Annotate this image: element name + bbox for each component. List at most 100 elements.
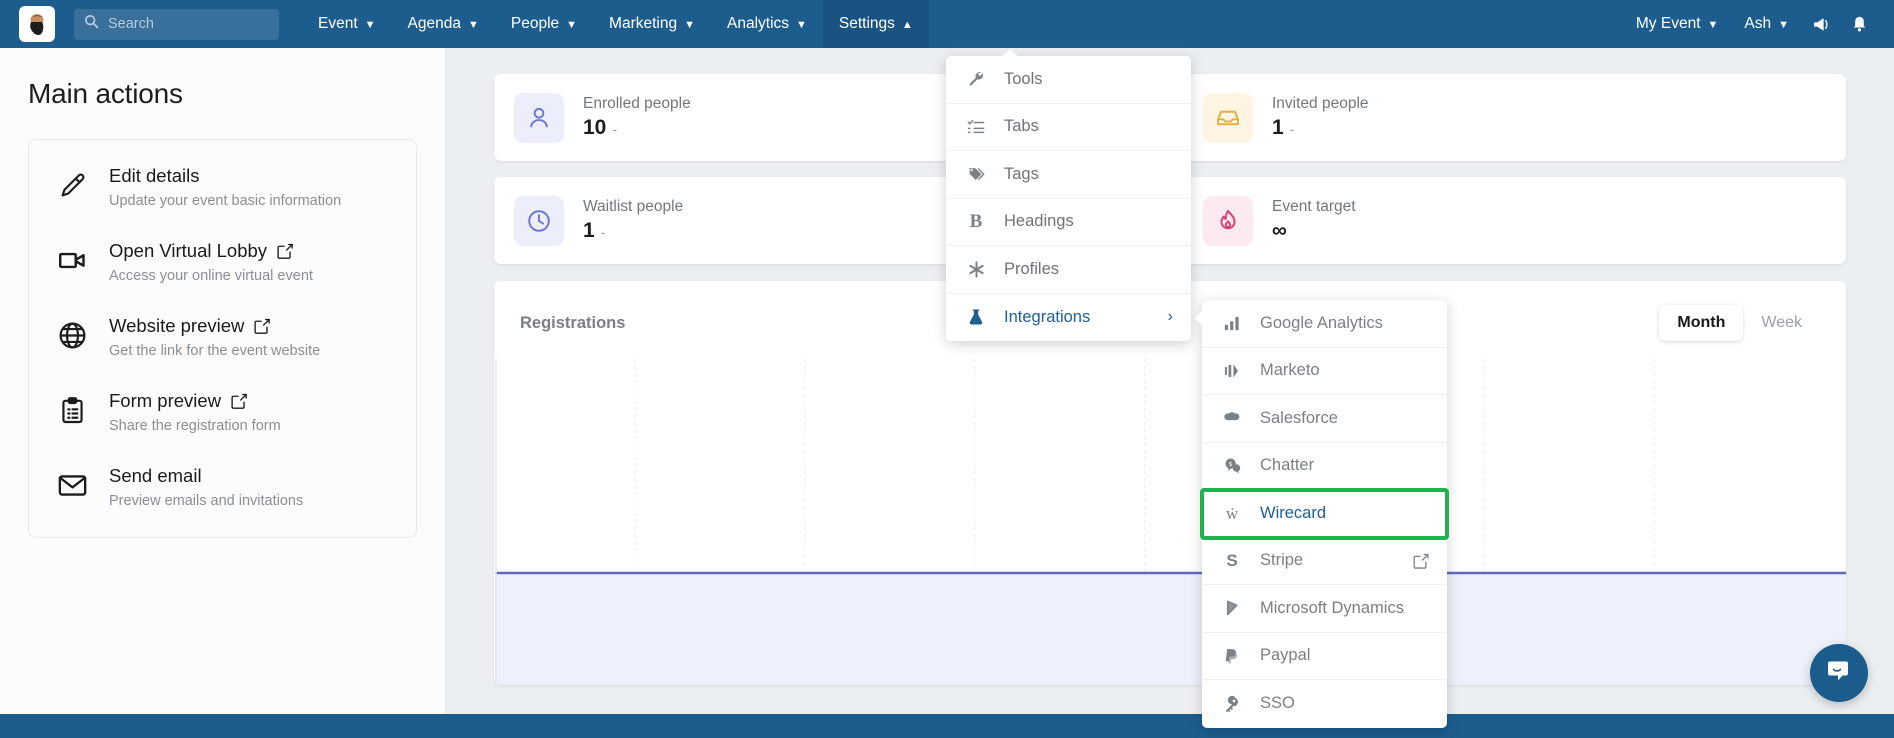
menu-label: Headings — [1004, 212, 1074, 231]
submenu-label: Wirecard — [1260, 503, 1327, 522]
search-placeholder: Search — [108, 16, 154, 32]
action-label: Send email — [109, 464, 202, 486]
nav-item-user-menu[interactable]: Ash ▼ — [1731, 0, 1802, 48]
action-website-preview[interactable]: Website preview Get the link for the eve… — [29, 300, 416, 375]
stat-card-event-target[interactable]: Event target ∞ — [1183, 177, 1846, 264]
submenu-item-salesforce[interactable]: Salesforce — [1202, 395, 1447, 443]
action-subtitle: Get the link for the event website — [109, 343, 321, 360]
nav-label: Agenda — [407, 15, 461, 32]
submenu-label: Stripe — [1260, 551, 1304, 570]
action-title: Send email — [109, 464, 303, 487]
menu-label: Profiles — [1004, 259, 1060, 278]
clipboard-icon — [55, 394, 89, 428]
chart-range-week[interactable]: Week — [1743, 305, 1820, 341]
menu-item-headings[interactable]: B Headings — [946, 199, 1191, 246]
primary-nav: Event ▼ Agenda ▼ People ▼ Marketing ▼ An… — [302, 0, 929, 48]
chevron-up-icon: ▲ — [901, 18, 913, 31]
action-label: Edit details — [109, 165, 200, 186]
chat-bubble-icon — [1825, 657, 1853, 690]
globe-icon — [55, 319, 89, 353]
action-edit-details[interactable]: Edit details Update your event basic inf… — [29, 150, 416, 225]
submenu-item-sso[interactable]: SSO — [1202, 680, 1447, 728]
stat-label: Waitlist people — [583, 197, 684, 215]
menu-item-integrations[interactable]: Integrations › — [946, 294, 1191, 342]
stat-value-wrap: ∞ — [1272, 219, 1356, 243]
nav-item-people[interactable]: People ▼ — [495, 0, 593, 48]
action-form-preview[interactable]: Form preview Share the registration form — [29, 375, 416, 450]
pencil-icon — [55, 169, 89, 203]
inbox-icon — [1203, 92, 1253, 143]
menu-label: Tabs — [1004, 117, 1039, 136]
search-icon — [84, 14, 99, 34]
submenu-label: Microsoft Dynamics — [1260, 598, 1404, 617]
submenu-item-stripe[interactable]: S Stripe — [1202, 538, 1447, 585]
submenu-label: Google Analytics — [1260, 313, 1383, 332]
menu-item-tools[interactable]: Tools — [946, 56, 1191, 104]
menu-item-tags[interactable]: Tags — [946, 151, 1191, 199]
stat-value: 1 — [583, 219, 595, 243]
action-title: Form preview — [109, 389, 281, 412]
submenu-item-microsoft-dynamics[interactable]: Microsoft Dynamics — [1202, 585, 1447, 633]
paypal-icon — [1222, 647, 1242, 665]
search-input[interactable]: Search — [74, 8, 279, 40]
nav-label: Ash — [1744, 15, 1772, 32]
wirecard-w-icon: ẇ — [1225, 503, 1239, 523]
bell-icon[interactable] — [1840, 0, 1878, 48]
stat-value-wrap: 1 - — [1272, 116, 1369, 140]
stat-delta: - — [1289, 121, 1295, 138]
nav-item-my-event[interactable]: My Event ▼ — [1623, 0, 1732, 48]
flask-icon — [966, 308, 986, 326]
submenu-label: Chatter — [1260, 456, 1315, 475]
stat-value: ∞ — [1272, 219, 1287, 243]
stat-value-wrap: 10 - — [583, 116, 691, 140]
submenu-label: SSO — [1260, 694, 1295, 713]
bottom-bar — [0, 714, 1894, 738]
menu-item-tabs[interactable]: Tabs — [946, 104, 1191, 151]
flame-icon — [1203, 195, 1253, 246]
stat-label: Invited people — [1272, 94, 1369, 112]
megaphone-icon[interactable] — [1802, 0, 1840, 48]
submenu-item-paypal[interactable]: Paypal — [1202, 633, 1447, 680]
marketo-icon — [1222, 362, 1242, 380]
nav-item-marketing[interactable]: Marketing ▼ — [593, 0, 711, 48]
external-link-icon — [1412, 552, 1429, 569]
key-icon — [1222, 695, 1242, 713]
main-actions-card: Edit details Update your event basic inf… — [28, 139, 417, 538]
nav-label: Event — [318, 15, 358, 32]
action-open-virtual-lobby[interactable]: Open Virtual Lobby Access your online vi… — [29, 225, 416, 300]
action-subtitle: Access your online virtual event — [109, 268, 313, 285]
nav-label: Analytics — [726, 15, 790, 32]
nav-item-event[interactable]: Event ▼ — [302, 0, 392, 48]
stripe-s-icon: S — [1226, 551, 1238, 571]
envelope-icon — [55, 469, 89, 503]
submenu-item-chatter[interactable]: $ Chatter — [1202, 443, 1447, 490]
action-send-email[interactable]: Send email Preview emails and invitation… — [29, 450, 416, 525]
chevron-down-icon: ▼ — [684, 18, 695, 31]
external-link-icon — [253, 317, 271, 334]
stat-label: Event target — [1272, 197, 1356, 215]
chatter-icon: $ — [1222, 456, 1242, 475]
chart-range-month[interactable]: Month — [1659, 305, 1744, 341]
nav-item-analytics[interactable]: Analytics ▼ — [711, 0, 823, 48]
navbar-right: My Event ▼ Ash ▼ — [1623, 0, 1894, 48]
stat-delta: - — [600, 224, 606, 241]
submenu-item-wirecard[interactable]: ẇ Wirecard — [1200, 488, 1449, 540]
menu-item-profiles[interactable]: Profiles — [946, 246, 1191, 294]
dynamics-icon — [1222, 599, 1242, 617]
submenu-item-google-analytics[interactable]: Google Analytics — [1202, 300, 1447, 348]
intercom-launcher-button[interactable] — [1810, 644, 1868, 702]
nav-label: Marketing — [609, 15, 678, 32]
stat-delta: - — [612, 121, 618, 138]
nav-item-agenda[interactable]: Agenda ▼ — [392, 0, 495, 48]
nav-item-settings[interactable]: Settings ▲ — [822, 0, 929, 48]
chevron-down-icon: ▼ — [796, 18, 807, 31]
submenu-label: Paypal — [1260, 646, 1311, 665]
stat-card-invited-people[interactable]: Invited people 1 - — [1183, 74, 1846, 161]
sidebar: Main actions Edit details Update your ev… — [0, 48, 446, 738]
brand-logo[interactable] — [19, 6, 55, 42]
submenu-item-marketo[interactable]: Marketo — [1202, 348, 1447, 395]
nav-label: My Event — [1635, 15, 1701, 32]
chevron-down-icon: ▼ — [467, 18, 479, 31]
action-title: Edit details — [109, 164, 341, 187]
settings-dropdown-menu: Tools Tabs Tags B Headings Profiles Inte… — [946, 49, 1191, 342]
